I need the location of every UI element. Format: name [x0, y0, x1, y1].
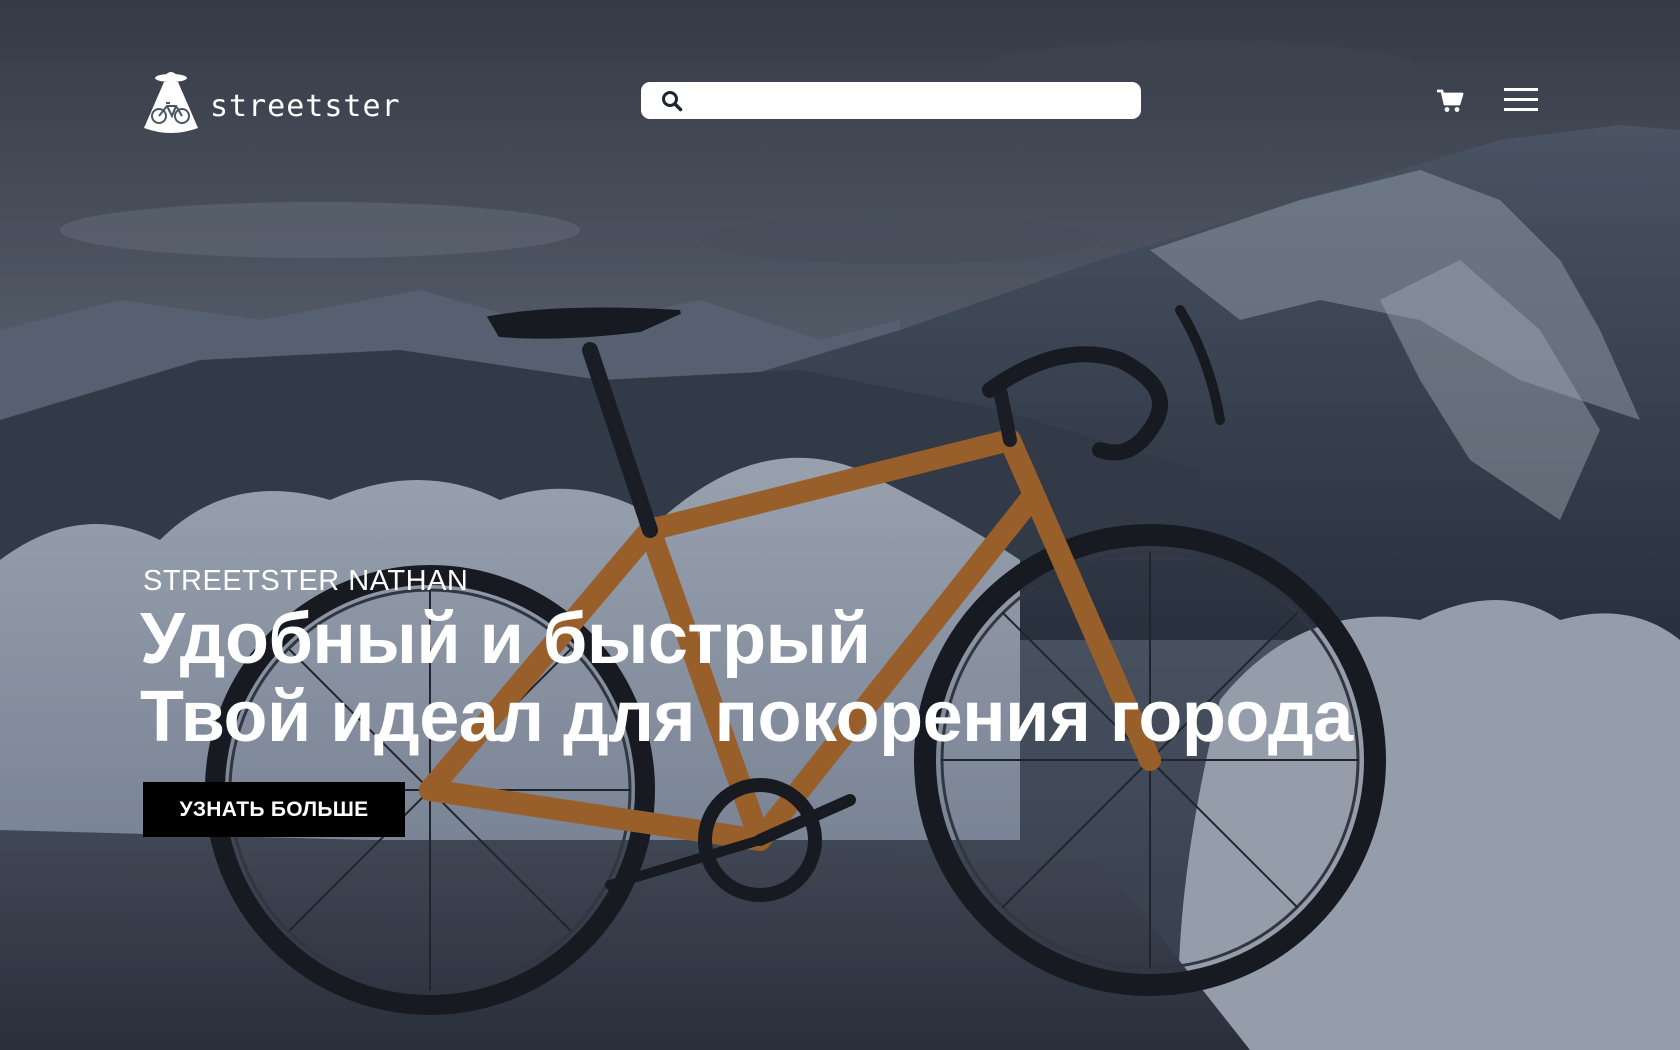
learn-more-button[interactable]: УЗНАТЬ БОЛЬШЕ	[143, 782, 405, 837]
hero-eyebrow: STREETSTER NATHAN	[143, 565, 469, 597]
brand-name: streetster	[210, 88, 401, 124]
ufo-bicycle-logo-icon	[144, 72, 198, 133]
site-header: streetster	[0, 0, 1680, 200]
cart-icon	[1437, 89, 1464, 112]
hero-headline-line-1: Удобный и быстрый	[140, 599, 871, 679]
search-icon[interactable]	[661, 90, 683, 112]
hamburger-menu-icon	[1504, 88, 1538, 91]
brand-logo-link[interactable]: streetster	[142, 66, 401, 136]
hamburger-menu-button[interactable]	[1504, 86, 1538, 114]
cart-button[interactable]	[1436, 88, 1464, 114]
search-bar[interactable]	[641, 82, 1141, 119]
search-input[interactable]	[693, 82, 1129, 119]
hero-headline: Удобный и быстрый Твой идеал для покорен…	[140, 600, 1620, 756]
hero-headline-line-2: Твой идеал для покорения города	[140, 677, 1353, 757]
